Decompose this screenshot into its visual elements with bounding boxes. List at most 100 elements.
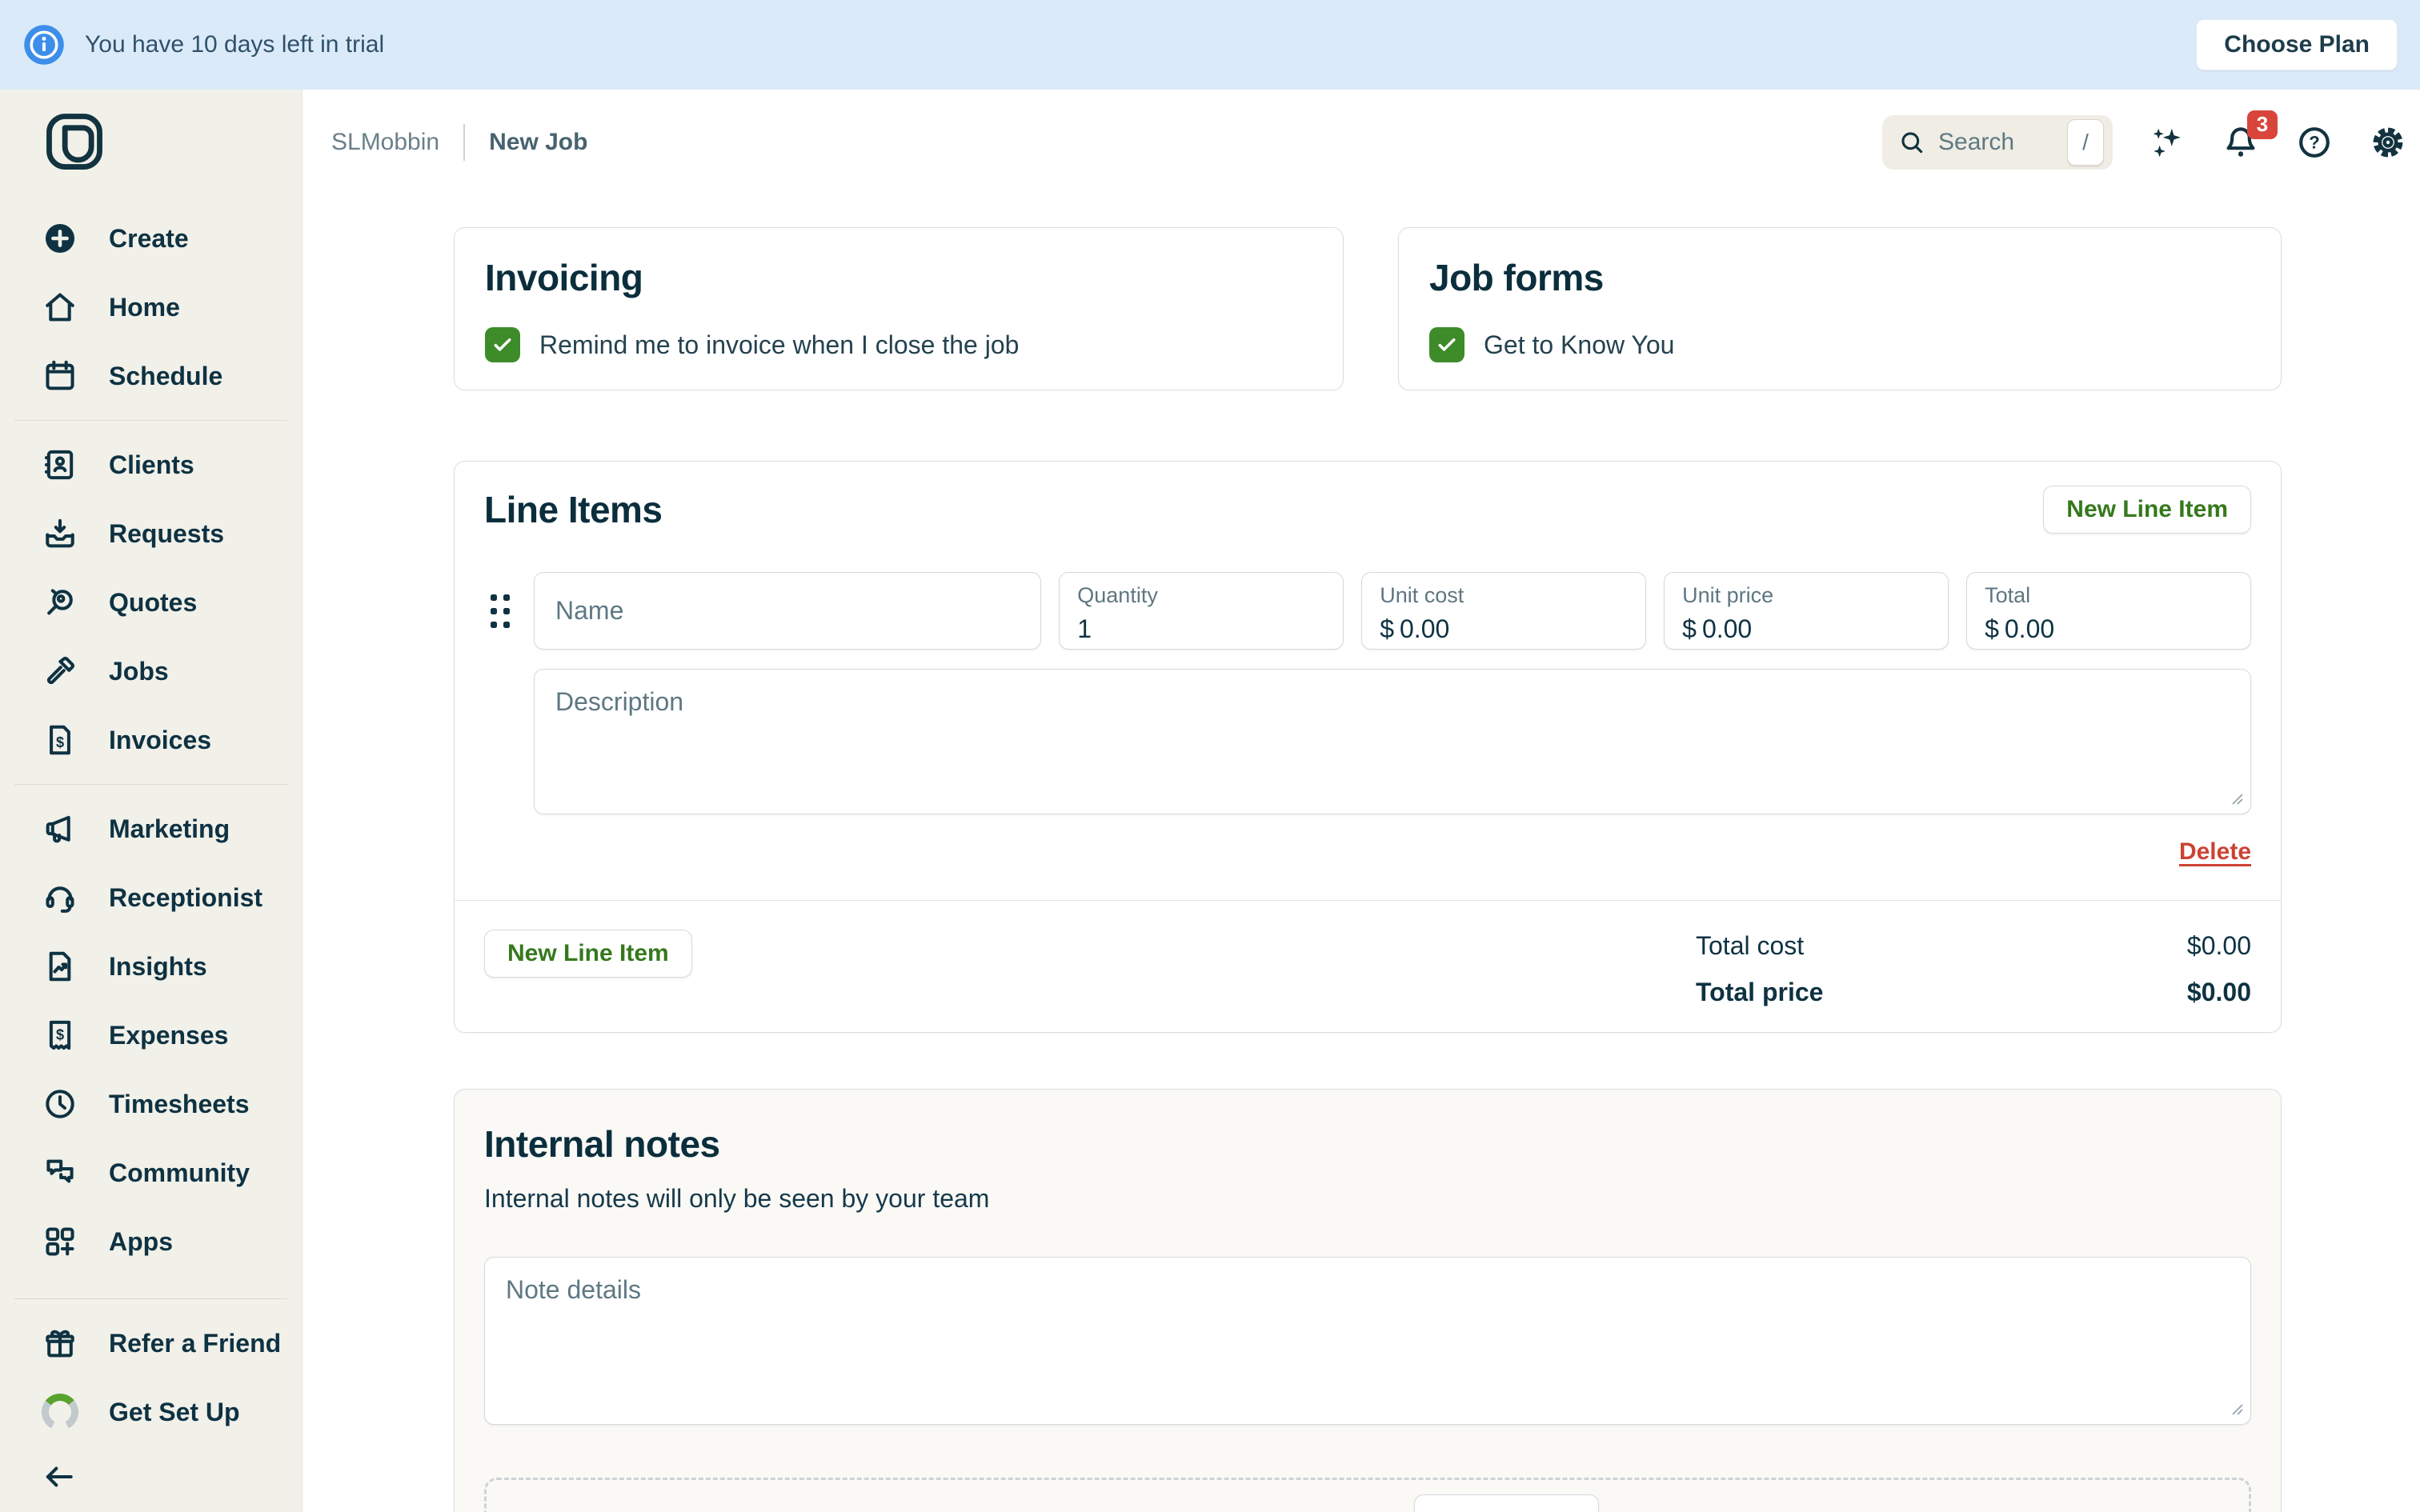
sidebar-item-home[interactable]: Home: [0, 273, 302, 342]
sidebar-item-label: Insights: [109, 952, 207, 982]
breadcrumb-page-title: New Job: [489, 129, 587, 156]
line-items-title: Line Items: [484, 487, 663, 532]
sidebar-item-refer-a-friend[interactable]: Refer a Friend: [0, 1309, 302, 1378]
line-items-card: Line Items New Line Item Quantity 1: [454, 461, 2282, 1033]
line-item-description-textarea[interactable]: [534, 669, 2251, 814]
internal-notes-subtitle: Internal notes will only be seen by your…: [484, 1184, 2251, 1214]
address-book-icon: [42, 446, 78, 483]
chat-bubbles-icon: [42, 1154, 78, 1191]
trial-banner: You have 10 days left in trial Choose Pl…: [0, 0, 2420, 90]
svg-text:$: $: [56, 1026, 64, 1042]
job-forms-title: Job forms: [1429, 255, 2250, 300]
total-price-label: Total price: [1696, 978, 1823, 1007]
job-form-checkbox[interactable]: Get to Know You: [1429, 327, 2250, 362]
quantity-label: Quantity: [1077, 583, 1325, 608]
receipt-icon: $: [42, 1017, 78, 1054]
sidebar-divider: [14, 420, 287, 421]
sidebar-item-schedule[interactable]: Schedule: [0, 342, 302, 410]
sidebar-item-invoices[interactable]: $ Invoices: [0, 706, 302, 774]
sidebar-divider: [14, 784, 287, 785]
quantity-field[interactable]: Quantity 1: [1059, 572, 1344, 650]
clock-icon: [42, 1086, 78, 1122]
delete-line-item-link[interactable]: Delete: [2179, 838, 2251, 866]
checkbox-checked-icon[interactable]: [485, 327, 520, 362]
sidebar-item-label: Home: [109, 293, 180, 322]
breadcrumb-account[interactable]: SLMobbin: [331, 129, 439, 156]
sidebar-item-label: Get Set Up: [109, 1398, 240, 1427]
sidebar-item-label: Jobs: [109, 657, 169, 686]
settings-gear-button[interactable]: [2369, 123, 2407, 162]
totals-summary: Total cost $0.00 Total price $0.00: [1696, 930, 2251, 1008]
checkbox-label: Get to Know You: [1484, 330, 1674, 360]
sidebar-item-receptionist[interactable]: Receptionist: [0, 863, 302, 932]
info-icon: [22, 23, 66, 66]
sidebar-item-label: Receptionist: [109, 883, 262, 913]
total-price-value: $0.00: [2187, 978, 2251, 1007]
checkbox-checked-icon[interactable]: [1429, 327, 1464, 362]
magnifier-tag-icon: [42, 584, 78, 621]
sidebar: Create Home Schedule Clients Requests Qu…: [0, 90, 302, 1512]
sidebar-item-create[interactable]: Create: [0, 204, 302, 273]
new-line-item-button-top[interactable]: New Line Item: [2043, 486, 2251, 534]
job-forms-card: Job forms Get to Know You: [1398, 227, 2282, 390]
line-item-row: Quantity 1 Unit cost $0.00 Unit price $0…: [484, 572, 2251, 650]
total-field[interactable]: Total $0.00: [1966, 572, 2251, 650]
currency-symbol: $: [1985, 614, 1999, 644]
hammer-icon: [42, 653, 78, 690]
invoicing-card: Invoicing Remind me to invoice when I cl…: [454, 227, 1344, 390]
search-placeholder: Search: [1938, 129, 2014, 156]
help-button[interactable]: ?: [2295, 123, 2334, 162]
invoicing-title: Invoicing: [485, 255, 1312, 300]
dropzone-text: Drag your files here or: [1136, 1494, 1390, 1512]
note-details-textarea[interactable]: [484, 1257, 2251, 1425]
invoice-reminder-checkbox[interactable]: Remind me to invoice when I close the jo…: [485, 327, 1312, 362]
sidebar-item-apps[interactable]: Apps: [0, 1207, 302, 1276]
choose-plan-button[interactable]: Choose Plan: [2196, 19, 2398, 70]
sidebar-item-expenses[interactable]: $ Expenses: [0, 1001, 302, 1070]
internal-notes-card: Internal notes Internal notes will only …: [454, 1089, 2282, 1512]
sidebar-item-quotes[interactable]: Quotes: [0, 568, 302, 637]
sidebar-item-insights[interactable]: Insights: [0, 932, 302, 1001]
calendar-icon: [42, 358, 78, 394]
unit-price-value: 0.00: [1702, 614, 1752, 644]
sidebar-item-label: Community: [109, 1158, 250, 1188]
new-line-item-button-bottom[interactable]: New Line Item: [484, 930, 692, 978]
unit-cost-label: Unit cost: [1380, 583, 1628, 608]
notifications-bell-button[interactable]: 3: [2222, 123, 2260, 162]
sidebar-item-requests[interactable]: Requests: [0, 499, 302, 568]
sidebar-item-label: Marketing: [109, 814, 230, 844]
home-icon: [42, 289, 78, 326]
svg-text:$: $: [56, 734, 64, 750]
checkbox-label: Remind me to invoice when I close the jo…: [539, 330, 1019, 360]
search-input[interactable]: Search /: [1882, 115, 2113, 170]
unit-price-field[interactable]: Unit price $0.00: [1664, 572, 1949, 650]
drag-handle[interactable]: [484, 572, 516, 650]
sidebar-item-timesheets[interactable]: Timesheets: [0, 1070, 302, 1138]
invoice-doc-icon: $: [42, 722, 78, 758]
sidebar-item-clients[interactable]: Clients: [0, 430, 302, 499]
quantity-value: 1: [1077, 614, 1325, 644]
jobber-logo[interactable]: [40, 107, 109, 176]
collapse-sidebar-button[interactable]: [0, 1446, 302, 1507]
total-cost-label: Total cost: [1696, 931, 1804, 961]
breadcrumb-divider: [463, 124, 465, 161]
sidebar-divider: [14, 1298, 287, 1299]
line-item-name-field[interactable]: [534, 572, 1041, 650]
ai-sparkles-button[interactable]: [2148, 123, 2186, 162]
sidebar-item-get-set-up[interactable]: Get Set Up: [0, 1378, 302, 1446]
line-item-name-input[interactable]: [535, 573, 1040, 649]
chart-doc-icon: [42, 948, 78, 985]
file-dropzone[interactable]: Drag your files here or Select a File: [484, 1478, 2251, 1512]
headset-icon: [42, 879, 78, 916]
total-label: Total: [1985, 583, 2233, 608]
sidebar-item-marketing[interactable]: Marketing: [0, 794, 302, 863]
sidebar-item-label: Refer a Friend: [109, 1329, 281, 1358]
sidebar-item-community[interactable]: Community: [0, 1138, 302, 1207]
internal-notes-title: Internal notes: [484, 1122, 2251, 1166]
sidebar-item-jobs[interactable]: Jobs: [0, 637, 302, 706]
drag-dots-icon: [491, 594, 510, 628]
unit-cost-field[interactable]: Unit cost $0.00: [1361, 572, 1646, 650]
sidebar-item-label: Quotes: [109, 588, 197, 618]
sidebar-item-label: Apps: [109, 1227, 173, 1257]
select-file-button[interactable]: Select a File: [1414, 1494, 1599, 1512]
